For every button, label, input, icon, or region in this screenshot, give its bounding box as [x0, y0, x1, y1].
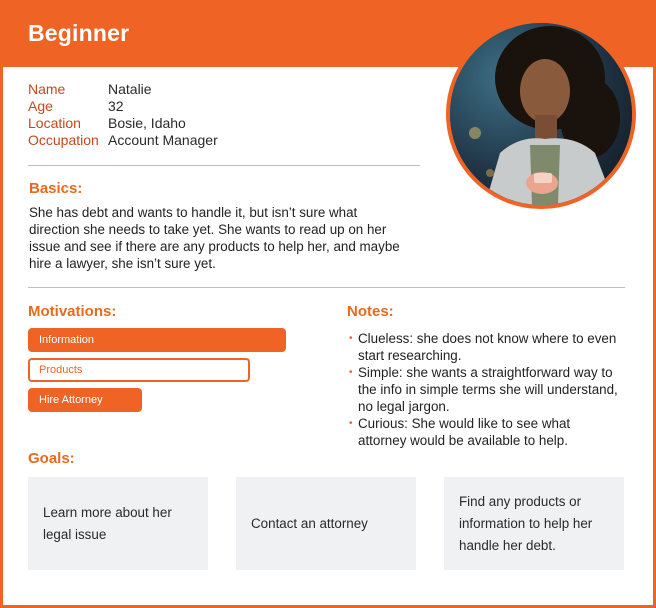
profile-row-age: Age 32	[28, 98, 218, 115]
persona-title: Beginner	[28, 20, 130, 46]
note-text: Curious: She would like to see what atto…	[358, 416, 571, 448]
note-item: • Clueless: she does not know where to e…	[349, 330, 619, 364]
motivation-hire-attorney: Hire Attorney	[28, 388, 142, 412]
profile-value: 32	[108, 98, 124, 114]
profile-label: Occupation	[28, 132, 99, 148]
notes-title: Notes:	[347, 303, 394, 320]
note-text: Clueless: she does not know where to eve…	[358, 331, 617, 363]
goal-card: Find any products or information to help…	[444, 477, 624, 570]
profile-label: Location	[28, 115, 81, 131]
divider	[28, 165, 420, 166]
profile-value: Account Manager	[108, 132, 218, 148]
profile-row-location: Location Bosie, Idaho	[28, 115, 218, 132]
note-item: • Curious: She would like to see what at…	[349, 415, 619, 449]
goal-text: Learn more about her legal issue	[43, 504, 172, 542]
goal-card: Contact an attorney	[236, 477, 416, 570]
goal-text: Find any products or information to help…	[459, 493, 593, 553]
note-item: • Simple: she wants a straightforward wa…	[349, 364, 619, 415]
goal-card: Learn more about her legal issue	[28, 477, 208, 570]
goals-title: Goals:	[28, 450, 75, 467]
motivation-products: Products	[28, 358, 250, 382]
persona-card: Beginner Name Natalie Age 32 Location Bo…	[0, 0, 656, 608]
profile-row-occupation: Occupation Account Manager	[28, 132, 218, 149]
profile-row-name: Name Natalie	[28, 81, 218, 98]
notes-list: • Clueless: she does not know where to e…	[349, 330, 619, 449]
bullet-icon: •	[349, 333, 353, 344]
profile-value: Natalie	[108, 81, 152, 97]
bullet-icon: •	[349, 418, 353, 429]
profile-value: Bosie, Idaho	[108, 115, 186, 131]
bullet-icon: •	[349, 367, 353, 378]
profile-label: Name	[28, 81, 66, 97]
basics-text: She has debt and wants to handle it, but…	[29, 205, 400, 271]
profile-label: Age	[28, 98, 53, 114]
avatar	[446, 19, 636, 209]
goal-text: Contact an attorney	[251, 515, 368, 531]
avatar-photo	[450, 23, 632, 205]
basics-title: Basics:	[29, 180, 83, 197]
motivation-information: Information	[28, 328, 286, 352]
note-text: Simple: she wants a straightforward way …	[358, 365, 618, 414]
profile-info: Name Natalie Age 32 Location Bosie, Idah…	[28, 81, 218, 149]
motivations-title: Motivations:	[28, 303, 117, 320]
divider	[28, 287, 625, 288]
